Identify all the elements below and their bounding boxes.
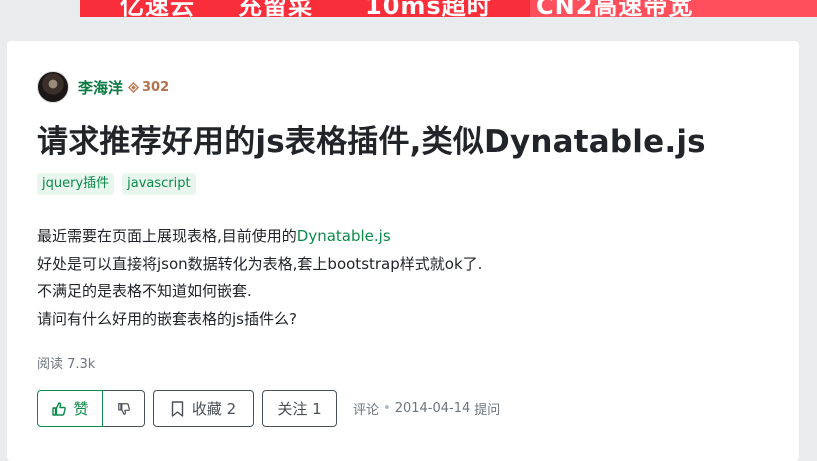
banner-item[interactable]: 亿速云 — [120, 0, 195, 17]
follow-button[interactable]: 关注 1 — [262, 390, 337, 427]
body-line: 不满足的是表格不知道如何嵌套. — [37, 282, 252, 300]
like-button[interactable]: 赞 — [37, 390, 103, 427]
dynatable-link[interactable]: Dynatable.js — [297, 227, 391, 245]
like-label: 赞 — [73, 400, 89, 418]
question-card: 李海洋 302 请求推荐好用的js表格插件,类似Dynatable.js jqu… — [7, 41, 799, 461]
tag-list: jquery插件 javascript — [37, 173, 196, 195]
collect-button[interactable]: 收藏 2 — [153, 390, 254, 427]
comment-link[interactable]: 评论 — [353, 399, 379, 418]
author-info: 李海洋 302 — [37, 71, 169, 103]
collect-label: 收藏 2 — [191, 400, 237, 418]
body-line: 最近需要在页面上展现表格,目前使用的Dynatable.js — [37, 223, 482, 251]
question-meta: 评论 • 2014-04-14 提问 — [353, 399, 500, 418]
separator-dot: • — [383, 401, 391, 416]
body-text: 最近需要在页面上展现表格,目前使用的 — [37, 227, 297, 245]
action-bar: 赞 收藏 2 关注 1 评论 • 2014-04-14 提问 — [37, 390, 500, 427]
author-name[interactable]: 李海洋 — [78, 77, 123, 98]
diamond-icon — [128, 81, 140, 93]
thumbs-up-icon — [52, 401, 67, 416]
view-count: 阅读 7.3k — [37, 357, 96, 372]
ask-date: 2014-04-14 — [394, 401, 471, 416]
top-ad-banner[interactable]: 亿速云 充留菜 10ms超时 CN2高速带宽 — [80, 0, 817, 17]
question-body: 最近需要在页面上展现表格,目前使用的Dynatable.js 好处是可以直接将j… — [37, 223, 482, 333]
thumbs-down-icon — [117, 402, 130, 415]
question-title[interactable]: 请求推荐好用的js表格插件,类似Dynatable.js — [37, 116, 706, 161]
body-line: 请问有什么好用的嵌套表格的js插件么? — [37, 309, 297, 328]
avatar[interactable] — [37, 71, 69, 103]
reputation-count: 302 — [142, 79, 170, 95]
follow-label: 关注 1 — [277, 400, 322, 418]
banner-item[interactable]: 10ms超时 — [365, 0, 492, 17]
banner-item[interactable]: CN2高速带宽 — [536, 0, 693, 17]
body-line: 好处是可以直接将json数据转化为表格,套上bootstrap样式就ok了. — [37, 254, 483, 273]
banner-item[interactable]: 充留菜 — [238, 0, 313, 17]
dislike-button[interactable] — [103, 390, 145, 427]
bookmark-icon — [171, 400, 184, 417]
asked-label: 提问 — [474, 403, 501, 418]
tag[interactable]: jquery插件 — [37, 173, 115, 195]
tag[interactable]: javascript — [122, 173, 196, 195]
